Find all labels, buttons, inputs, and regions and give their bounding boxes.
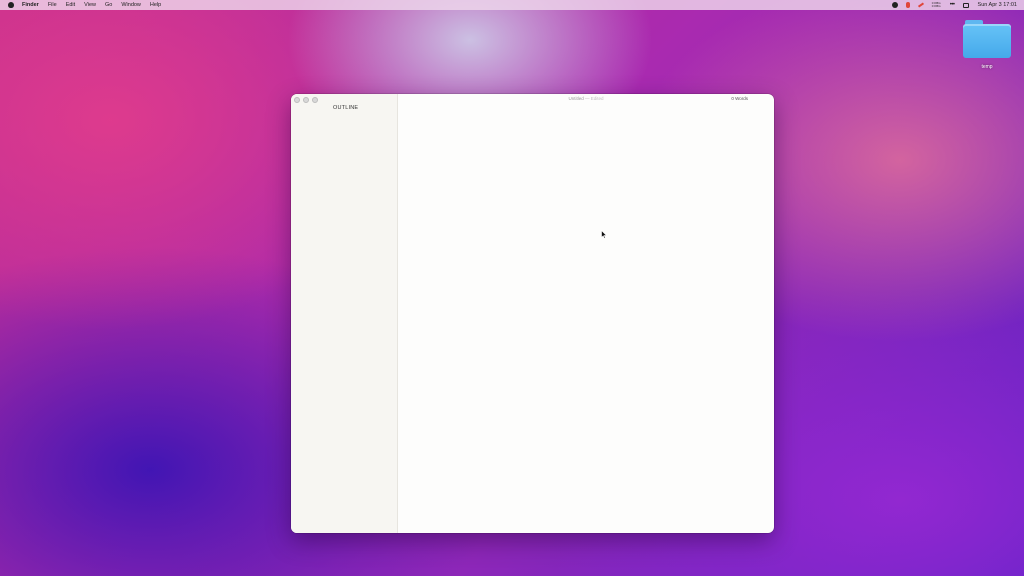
outline-sidebar: OUTLINE <box>291 94 398 533</box>
microphone-status-icon[interactable] <box>905 2 910 8</box>
document-title: Untitled — Edited <box>398 96 774 101</box>
menu-edit[interactable]: Edit <box>66 0 75 10</box>
close-window-button[interactable] <box>294 97 300 103</box>
minimize-window-button[interactable] <box>303 97 309 103</box>
desktop-folder-label: temp <box>981 64 993 70</box>
app-status-icon[interactable] <box>917 2 924 8</box>
editor-area[interactable]: Untitled — Edited 0 Words <box>398 94 774 533</box>
menu-bar: Finder File Edit View Go Window Help 0 K… <box>0 0 1024 10</box>
document-edited-state: Edited <box>590 96 604 101</box>
folder-icon <box>963 18 1011 58</box>
menu-help[interactable]: Help <box>150 0 161 10</box>
apple-menu-icon[interactable] <box>8 2 14 8</box>
zoom-window-button[interactable] <box>312 97 318 103</box>
menu-window[interactable]: Window <box>121 0 141 10</box>
desktop-folder-temp[interactable]: temp <box>960 18 1014 76</box>
record-status-icon[interactable] <box>891 2 898 8</box>
title-separator: — <box>585 96 590 101</box>
control-center-icon[interactable] <box>962 2 969 8</box>
window-controls <box>294 97 318 103</box>
document-name: Untitled <box>568 96 584 101</box>
menu-app-finder[interactable]: Finder <box>22 0 39 10</box>
outline-heading: OUTLINE <box>333 105 359 111</box>
mouse-cursor-icon <box>601 230 607 239</box>
menu-go[interactable]: Go <box>105 0 112 10</box>
menu-file[interactable]: File <box>48 0 57 10</box>
menu-clock[interactable]: Sun Apr 3 17:01 <box>978 2 1017 8</box>
more-dots-icon[interactable]: ••• <box>950 2 955 8</box>
network-speed-icon[interactable]: 0 KB/s 0 KB/s <box>932 2 942 8</box>
network-download-speed: 0 KB/s <box>931 4 941 8</box>
word-count: 0 Words <box>731 96 748 101</box>
menu-view[interactable]: View <box>84 0 96 10</box>
editor-window: OUTLINE Untitled — Edited 0 Words <box>291 94 774 533</box>
